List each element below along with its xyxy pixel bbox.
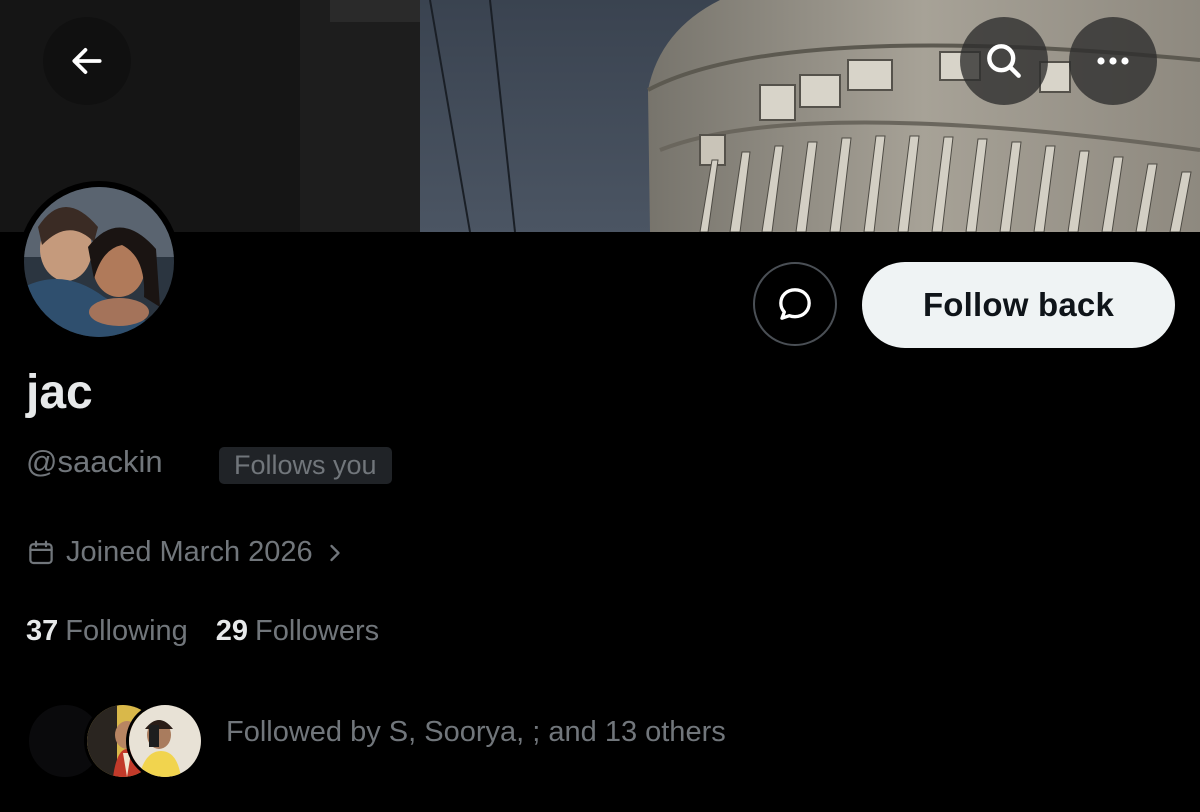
followers-count: 29 <box>215 615 249 647</box>
followed-by-text[interactable]: Followed by S, Soorya, ; and 13 others <box>226 716 726 749</box>
following-label: Following <box>65 615 188 647</box>
back-button[interactable] <box>43 17 131 105</box>
profile-handle: @saackin <box>26 444 163 479</box>
followers-stat[interactable]: 29 Followers <box>216 615 379 648</box>
follows-you-badge: Follows you <box>219 447 392 484</box>
follow-back-button[interactable]: Follow back <box>862 262 1175 348</box>
following-count: 37 <box>26 615 59 647</box>
mutual-followers-avatars[interactable] <box>26 702 206 780</box>
follow-stats: 37 Following 29 Followers <box>26 615 379 648</box>
mutual-avatar <box>126 702 204 780</box>
message-button[interactable] <box>753 262 837 346</box>
message-bubble-icon <box>779 288 811 320</box>
arrow-left-icon <box>72 48 102 74</box>
following-stat[interactable]: 37 Following <box>26 615 188 648</box>
followers-label: Followers <box>255 615 380 647</box>
joined-date[interactable]: Joined March 2026 <box>26 536 345 569</box>
calendar-icon <box>29 540 53 564</box>
chevron-right-icon <box>329 544 340 561</box>
joined-text: Joined March 2026 <box>66 536 313 568</box>
profile-banner <box>0 0 1200 232</box>
more-horizontal-icon <box>1097 57 1129 65</box>
search-icon <box>987 44 1021 78</box>
avatar-photo <box>24 187 174 337</box>
more-options-button[interactable] <box>1069 17 1157 105</box>
profile-avatar[interactable] <box>18 181 180 343</box>
display-name: jac <box>26 366 93 419</box>
search-button[interactable] <box>960 17 1048 105</box>
